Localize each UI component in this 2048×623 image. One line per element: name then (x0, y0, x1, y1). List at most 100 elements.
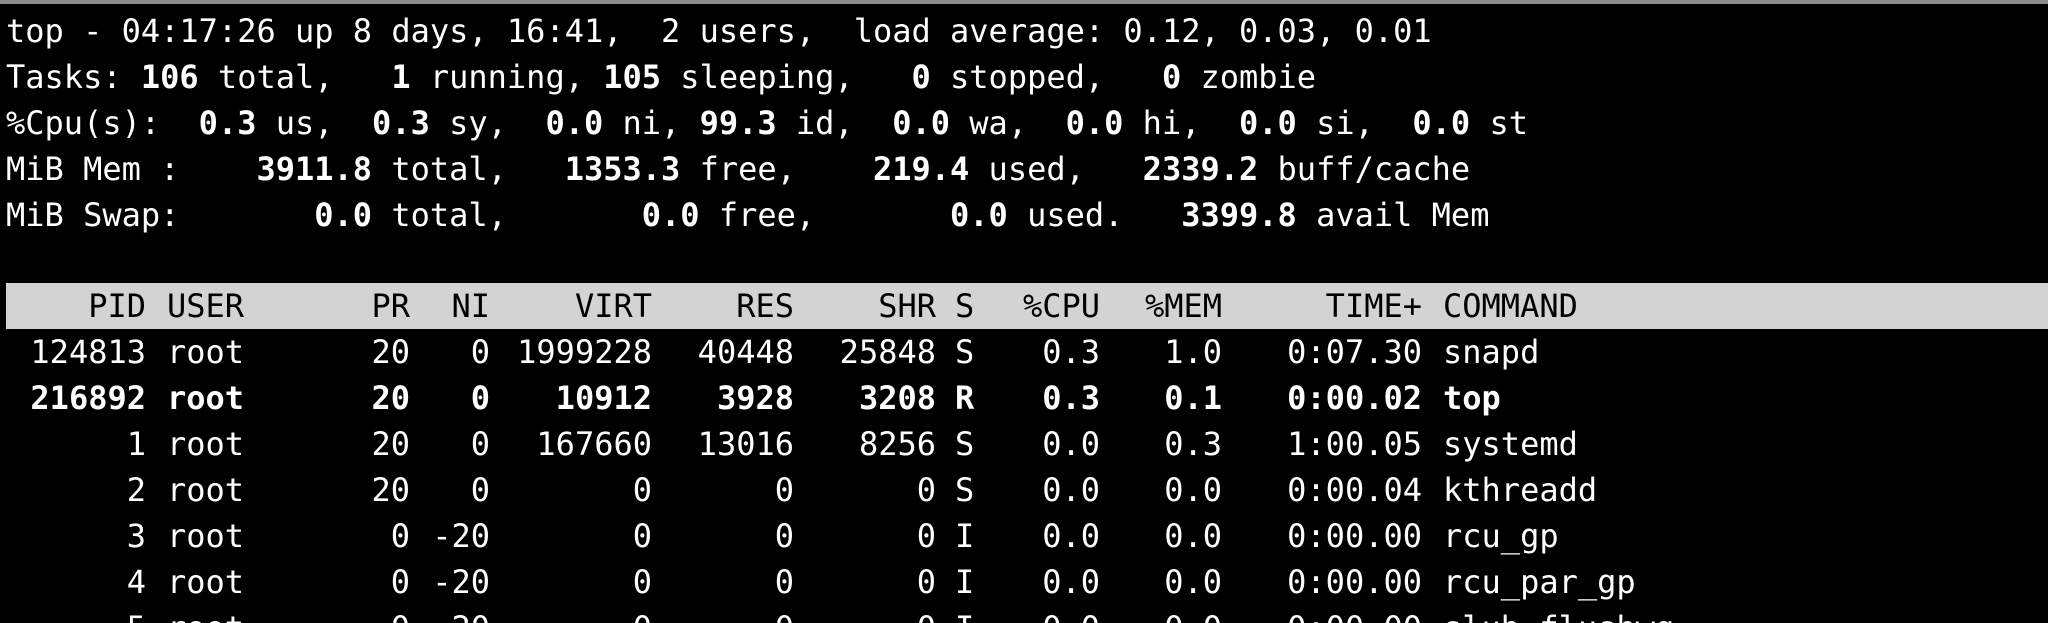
process-pr: 0 (340, 605, 410, 623)
process-cpu: 0.3 (1042, 333, 1100, 371)
cpu-line: %Cpu(s): 0.3 us, 0.3 sy, 0.0 ni, 99.3 id… (6, 100, 1528, 146)
process-command: kthreadd (1443, 471, 1598, 509)
process-s: R (955, 379, 975, 417)
process-pr: 20 (371, 333, 410, 371)
swap-free: 0.0 (641, 196, 700, 234)
process-user: root (167, 333, 245, 371)
header-time[interactable]: TIME+ (1222, 283, 1422, 329)
process-mem: 0.1 (1164, 379, 1222, 417)
process-row[interactable]: 1 root 20 0 167660 13016 8256 S 0.0 0.3 1:00.05 sys… (0, 421, 2048, 467)
process-res: 3928 (716, 379, 794, 417)
mem-line: MiB Mem : 3911.8 total, 1353.3 free, 219… (6, 146, 1470, 192)
process-pid: 216892 (30, 379, 146, 417)
tasks-line: Tasks: 106 total, 1 running, 105 sleepin… (6, 54, 1316, 100)
swap-text: avail Mem (1296, 196, 1490, 234)
mem-text: free, (680, 150, 873, 188)
process-res: 0 (652, 605, 794, 623)
cpu-text: hi, (1123, 104, 1239, 142)
column-header-row: PID USER PR NI VIRT RES SHR S %CPU %MEM … (0, 283, 2048, 329)
cpu-hi: 0.0 (1065, 104, 1124, 142)
cpu-us: 0.3 (198, 104, 257, 142)
header-pid[interactable]: PID (6, 283, 146, 329)
process-pid: 5 (6, 605, 146, 623)
process-command: slub_flushwq (1443, 605, 2003, 623)
swap-label: MiB Swap: (6, 196, 315, 234)
header-user[interactable]: USER (167, 283, 317, 329)
process-row[interactable]: 4 root 0 -20 0 0 0 I 0.0 0.0 0:00.00 rcu_par_gp (0, 559, 2048, 605)
cpu-st: 0.0 (1412, 104, 1471, 142)
process-ni: -20 (432, 563, 490, 601)
tasks-text: sleeping, (661, 58, 912, 96)
process-row[interactable]: 5root0-20000I0.00.00:00.00slub_flushwq (0, 605, 2048, 623)
process-shr: 0 (916, 563, 936, 601)
process-row[interactable]: 124813 root 20 0 1999228 40448 25848 S 0.3 1.0 0:0… (0, 329, 2048, 375)
process-shr: 0 (916, 471, 936, 509)
process-user: root (167, 471, 245, 509)
cpu-text: id, (776, 104, 893, 142)
process-row[interactable]: 3 root 0 -20 0 0 0 I 0.0 0.0 0:00.00 rcu_gp (0, 513, 2048, 559)
process-s: S (955, 471, 975, 509)
terminal-window[interactable]: top - 04:17:26 up 8 days, 16:41, 2 users… (0, 0, 2048, 623)
process-time: 0:00.00 (1287, 563, 1422, 601)
tasks-sleeping: 105 (603, 58, 662, 96)
cpu-text: us, (256, 104, 373, 142)
header-res[interactable]: RES (652, 283, 794, 329)
process-time: 0:00.00 (1287, 517, 1422, 555)
cpu-id: 99.3 (699, 104, 777, 142)
cpu-si: 0.0 (1239, 104, 1297, 142)
process-mem: 0.3 (1164, 425, 1222, 463)
header-command[interactable]: COMMAND (1443, 283, 1843, 329)
cpu-label: %Cpu(s): (6, 104, 199, 142)
header-mem[interactable]: %MEM (1100, 283, 1222, 329)
process-res: 0 (774, 517, 794, 555)
header-ni[interactable]: NI (410, 283, 490, 329)
cpu-text: si, (1296, 104, 1413, 142)
swap-text: used. (1007, 196, 1182, 234)
process-ni: 0 (470, 471, 490, 509)
process-pid: 2 (126, 471, 146, 509)
mem-free: 1353.3 (564, 150, 681, 188)
process-virt: 1999228 (517, 333, 652, 371)
header-shr[interactable]: SHR (794, 283, 936, 329)
uptime-text: top - 04:17:26 up 8 days, 16:41, 2 users… (6, 12, 1432, 50)
header-pr[interactable]: PR (340, 283, 410, 329)
cpu-text: sy, (429, 104, 546, 142)
process-pr: 20 (371, 425, 410, 463)
process-virt: 167660 (536, 425, 652, 463)
tasks-total: 106 (140, 58, 199, 96)
cpu-wa: 0.0 (892, 104, 951, 142)
process-cpu: 0.0 (1042, 517, 1100, 555)
process-res: 13016 (697, 425, 794, 463)
process-command: snapd (1443, 333, 1540, 371)
process-ni: 0 (470, 333, 490, 371)
process-pid: 3 (126, 517, 146, 555)
process-row[interactable]: 2 root 20 0 0 0 0 S 0.0 0.0 0:00.04 kthreadd (0, 467, 2048, 513)
process-mem: 0.0 (1164, 563, 1222, 601)
process-mem: 1.0 (1164, 333, 1222, 371)
process-mem: 0.0 (1100, 605, 1222, 623)
process-shr: 25848 (839, 333, 936, 371)
header-virt[interactable]: VIRT (490, 283, 652, 329)
cpu-text: st (1470, 104, 1528, 142)
cpu-ni: 0.0 (545, 104, 604, 142)
tasks-running: 1 (391, 58, 411, 96)
process-virt: 0 (632, 563, 652, 601)
header-s[interactable]: S (955, 283, 995, 329)
process-command: top (1443, 379, 1501, 417)
header-cpu[interactable]: %CPU (995, 283, 1100, 329)
process-command: systemd (1443, 425, 1578, 463)
process-res: 0 (774, 563, 794, 601)
process-user: root (167, 517, 245, 555)
process-res: 0 (774, 471, 794, 509)
process-row[interactable]: 216892 root 20 0 10912 3928 3208 R 0.3 0.1 0:00.02… (0, 375, 2048, 421)
process-cpu: 0.0 (1042, 563, 1100, 601)
process-ni: -20 (432, 517, 490, 555)
process-virt: 0 (490, 605, 652, 623)
process-res: 40448 (697, 333, 794, 371)
process-pid: 4 (126, 563, 146, 601)
process-cpu: 0.0 (1042, 471, 1100, 509)
process-ni: 0 (470, 425, 490, 463)
tasks-text: zombie (1181, 58, 1317, 96)
process-s: I (955, 517, 975, 555)
process-pid: 1 (126, 425, 146, 463)
